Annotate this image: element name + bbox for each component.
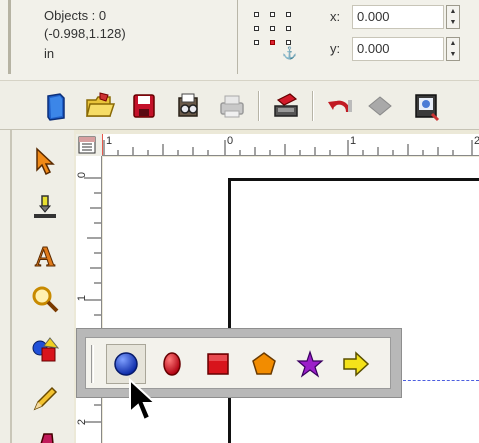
x-input[interactable]: 0.000: [352, 5, 444, 29]
anchor-top-left[interactable]: [254, 12, 259, 17]
shapes-flyout: [76, 328, 402, 398]
mouse-cursor-icon: [129, 378, 157, 422]
ruler-label: 0: [227, 135, 234, 147]
shapes-tool-icon[interactable]: [30, 336, 60, 366]
anchor-icon: ⚓: [282, 46, 297, 60]
ruler-label: 1: [106, 135, 113, 147]
ellipse-shape-button[interactable]: [152, 344, 192, 384]
stamp-icon[interactable]: [270, 90, 302, 122]
anchor-bottom-right[interactable]: [286, 40, 291, 45]
ruler-corner[interactable]: [76, 134, 102, 156]
y-spinner[interactable]: ▲ ▼: [446, 37, 460, 61]
ruler-label: 2: [474, 135, 479, 147]
anchor-bottom-center[interactable]: [270, 40, 275, 45]
star-icon: [296, 350, 324, 378]
drawing-canvas[interactable]: [103, 157, 479, 443]
ruler-label: 0: [76, 171, 89, 179]
text-tool-icon[interactable]: A: [30, 240, 60, 271]
objects-count: Objects : 0: [44, 8, 107, 23]
ruler-label: 1: [350, 135, 357, 147]
rectangle-shape-button[interactable]: [198, 344, 238, 384]
ellipse-icon: [163, 352, 181, 376]
ruler-label: 2: [76, 418, 89, 426]
svg-text:A: A: [35, 242, 56, 270]
export-icon[interactable]: [410, 90, 442, 122]
panel-edge: [10, 130, 12, 443]
info-panel: Objects : 0 (-0.998,1.128) in ⚓ x: 0.000…: [0, 0, 479, 80]
anchor-bottom-left[interactable]: [254, 40, 259, 45]
ruler-origin-icon[interactable]: [76, 134, 102, 156]
flyout-grip[interactable]: [91, 345, 94, 383]
toolbar-separator: [258, 91, 260, 121]
horizontal-ruler[interactable]: 1 0 1 2: [102, 134, 479, 156]
ruler-label: 1: [76, 294, 89, 302]
x-spinner[interactable]: ▲ ▼: [446, 5, 460, 29]
save-icon[interactable]: [128, 90, 160, 122]
horizontal-ruler-ticks: [102, 134, 473, 155]
vertical-ruler[interactable]: 0 1 2: [76, 156, 102, 443]
print-icon[interactable]: [216, 90, 248, 122]
units-label: in: [44, 46, 55, 61]
anchor-middle-right[interactable]: [286, 26, 291, 31]
print-preview-icon[interactable]: [172, 90, 204, 122]
undo-icon[interactable]: [324, 90, 356, 122]
x-label: x:: [330, 9, 341, 24]
anchor-top-center[interactable]: [270, 12, 275, 17]
cursor-position: (-0.998,1.128): [44, 26, 126, 41]
arrow-shape-button[interactable]: [336, 344, 376, 384]
new-document-icon[interactable]: [40, 90, 72, 122]
arrow-icon: [343, 351, 370, 377]
guide-line[interactable]: [403, 380, 479, 381]
anchor-top-right[interactable]: [286, 12, 291, 17]
panel-edge: [8, 0, 11, 74]
pentagon-shape-button[interactable]: [244, 344, 284, 384]
redo-icon[interactable]: [364, 90, 396, 122]
open-folder-icon[interactable]: [84, 90, 116, 122]
pencil-tool-icon[interactable]: [30, 384, 60, 414]
object-info: Objects : 0 (-0.998,1.128) in: [22, 0, 238, 74]
y-input[interactable]: 0.000: [352, 37, 444, 61]
circle-icon: [114, 352, 138, 376]
main-toolbar: [0, 80, 479, 130]
pen-tool-icon[interactable]: [30, 192, 60, 222]
pointer-tool-icon[interactable]: [30, 146, 60, 176]
page-border: [228, 178, 479, 443]
anchor-center[interactable]: [270, 26, 275, 31]
pentagon-icon: [252, 352, 276, 375]
brush-tool-icon[interactable]: [30, 424, 60, 443]
toolbar-separator: [312, 91, 314, 121]
star-shape-button[interactable]: [290, 344, 330, 384]
zoom-tool-icon[interactable]: [30, 284, 60, 314]
y-label: y:: [330, 41, 341, 56]
anchor-middle-left[interactable]: [254, 26, 259, 31]
rectangle-icon: [207, 353, 229, 375]
